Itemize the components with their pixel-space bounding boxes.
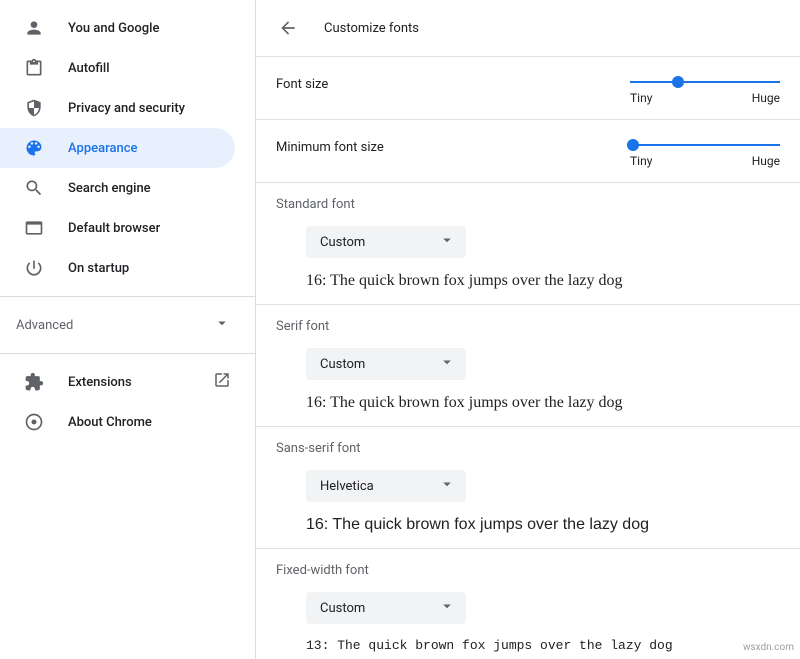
sidebar-item-label: You and Google (68, 21, 159, 36)
advanced-toggle[interactable]: Advanced (0, 305, 255, 345)
slider-thumb[interactable] (672, 76, 684, 88)
power-icon (24, 258, 44, 278)
advanced-label: Advanced (16, 318, 73, 333)
mono-font-section: Fixed-width font Custom 13: The quick br… (256, 548, 800, 659)
slider-thumb[interactable] (627, 139, 639, 151)
palette-icon (24, 138, 44, 158)
chevron-down-icon (438, 597, 456, 619)
chevron-down-icon (438, 231, 456, 253)
slider-min-label: Tiny (630, 91, 652, 105)
sidebar-item-you-and-google[interactable]: You and Google (0, 8, 235, 48)
serif-font-preview: 16: The quick brown fox jumps over the l… (306, 394, 780, 412)
clipboard-icon (24, 58, 44, 78)
page-header: Customize fonts (256, 0, 800, 56)
sidebar-item-label: Search engine (68, 181, 151, 196)
back-button[interactable] (276, 16, 300, 40)
settings-sidebar: You and Google Autofill Privacy and secu… (0, 0, 256, 659)
sans-font-label: Sans-serif font (276, 441, 780, 456)
standard-font-dropdown[interactable]: Custom (306, 226, 466, 258)
chevron-down-icon (438, 475, 456, 497)
open-in-new-icon (213, 371, 231, 393)
standard-font-section: Standard font Custom 16: The quick brown… (256, 182, 800, 304)
person-icon (24, 18, 44, 38)
dropdown-value: Helvetica (320, 479, 374, 494)
sans-font-section: Sans-serif font Helvetica 16: The quick … (256, 426, 800, 548)
dropdown-value: Custom (320, 601, 365, 616)
sidebar-item-autofill[interactable]: Autofill (0, 48, 235, 88)
serif-font-label: Serif font (276, 319, 780, 334)
extension-icon (24, 372, 44, 392)
shield-icon (24, 98, 44, 118)
standard-font-preview: 16: The quick brown fox jumps over the l… (306, 272, 780, 290)
font-size-slider[interactable] (630, 81, 780, 83)
about-label: About Chrome (68, 415, 152, 430)
slider-min-label: Tiny (630, 154, 652, 168)
min-font-size-slider[interactable] (630, 144, 780, 146)
sidebar-item-on-startup[interactable]: On startup (0, 248, 235, 288)
mono-font-preview: 13: The quick brown fox jumps over the l… (306, 638, 780, 653)
sans-font-dropdown[interactable]: Helvetica (306, 470, 466, 502)
slider-max-label: Huge (752, 91, 780, 105)
sidebar-item-label: On startup (68, 261, 129, 276)
chevron-down-icon (213, 314, 231, 336)
sidebar-item-label: Autofill (68, 61, 110, 76)
font-size-label: Font size (276, 71, 328, 92)
sidebar-item-appearance[interactable]: Appearance (0, 128, 235, 168)
watermark: wsxdn.com (743, 642, 794, 653)
extensions-label: Extensions (68, 375, 132, 390)
sidebar-item-default-browser[interactable]: Default browser (0, 208, 235, 248)
sidebar-item-label: Default browser (68, 221, 160, 236)
min-font-size-label: Minimum font size (276, 134, 384, 155)
sidebar-item-label: Privacy and security (68, 101, 185, 116)
mono-font-label: Fixed-width font (276, 563, 780, 578)
main-panel: Customize fonts Font size Tiny Huge Mini… (256, 0, 800, 659)
serif-font-section: Serif font Custom 16: The quick brown fo… (256, 304, 800, 426)
sidebar-item-search-engine[interactable]: Search engine (0, 168, 235, 208)
sans-font-preview: 16: The quick brown fox jumps over the l… (306, 516, 780, 534)
browser-icon (24, 218, 44, 238)
font-size-row: Font size Tiny Huge (256, 56, 800, 119)
divider (0, 353, 255, 354)
standard-font-label: Standard font (276, 197, 780, 212)
dropdown-value: Custom (320, 357, 365, 372)
sidebar-item-extensions[interactable]: Extensions (0, 362, 255, 402)
min-font-size-row: Minimum font size Tiny Huge (256, 119, 800, 182)
sidebar-item-label: Appearance (68, 141, 137, 156)
sidebar-item-privacy[interactable]: Privacy and security (0, 88, 235, 128)
mono-font-dropdown[interactable]: Custom (306, 592, 466, 624)
chrome-icon (24, 412, 44, 432)
slider-max-label: Huge (752, 154, 780, 168)
search-icon (24, 178, 44, 198)
page-title: Customize fonts (324, 21, 419, 36)
sidebar-item-about-chrome[interactable]: About Chrome (0, 402, 255, 442)
chevron-down-icon (438, 353, 456, 375)
divider (0, 296, 255, 297)
dropdown-value: Custom (320, 235, 365, 250)
serif-font-dropdown[interactable]: Custom (306, 348, 466, 380)
